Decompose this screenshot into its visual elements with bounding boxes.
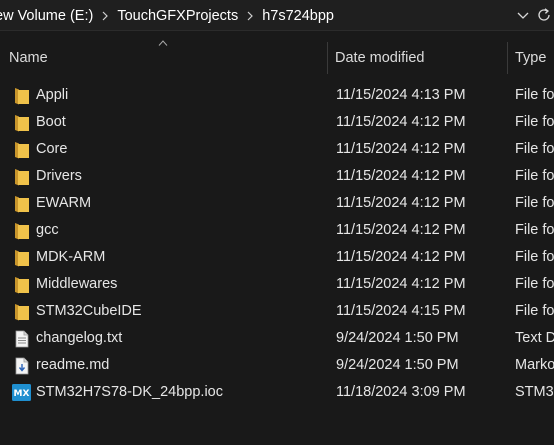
refresh-icon[interactable] <box>535 6 553 24</box>
file-date-modified: 11/15/2024 4:12 PM <box>336 195 466 211</box>
folder-icon <box>12 113 31 132</box>
file-type: File fo <box>515 114 554 130</box>
chevron-right-icon[interactable] <box>93 0 117 31</box>
file-type: File fo <box>515 303 554 319</box>
file-row[interactable]: MX STM32H7S78-DK_24bpp.ioc 11/18/2024 3:… <box>0 379 554 406</box>
file-name: Drivers <box>36 168 82 184</box>
folder-icon <box>12 275 31 294</box>
file-name: gcc <box>36 222 59 238</box>
file-type: File fo <box>515 249 554 265</box>
folder-icon <box>12 248 31 267</box>
file-name: Boot <box>36 114 66 130</box>
breadcrumb-h7s724bpp[interactable]: h7s724bpp <box>262 8 334 24</box>
file-name: STM32H7S78-DK_24bpp.ioc <box>36 384 223 400</box>
stm32cubemx-icon: MX <box>12 383 31 402</box>
file-row[interactable]: Middlewares 11/15/2024 4:12 PM File fo <box>0 271 554 298</box>
file-row[interactable]: STM32CubeIDE 11/15/2024 4:15 PM File fo <box>0 298 554 325</box>
file-row[interactable]: gcc 11/15/2024 4:12 PM File fo <box>0 217 554 244</box>
file-date-modified: 11/15/2024 4:15 PM <box>336 303 466 319</box>
file-type: File fo <box>515 168 554 184</box>
file-date-modified: 11/15/2024 4:12 PM <box>336 276 466 292</box>
file-name: Core <box>36 141 68 157</box>
chevron-right-icon[interactable] <box>238 0 262 31</box>
file-type: File fo <box>515 276 554 292</box>
file-row[interactable]: Drivers 11/15/2024 4:12 PM File fo <box>0 163 554 190</box>
file-date-modified: 9/24/2024 1:50 PM <box>336 330 459 346</box>
file-type: File fo <box>515 141 554 157</box>
file-list: Name Date modified Type Appli 11/15/2024… <box>0 32 554 445</box>
file-name: MDK-ARM <box>36 249 106 265</box>
file-type: File fo <box>515 195 554 211</box>
column-header-date-modified[interactable]: Date modified <box>335 32 424 74</box>
file-date-modified: 11/15/2024 4:12 PM <box>336 141 466 157</box>
markdown-file-icon <box>12 356 31 375</box>
breadcrumb: ew Volume (E:) TouchGFXProjects h7s724bp… <box>0 0 334 31</box>
file-row[interactable]: changelog.txt 9/24/2024 1:50 PM Text D <box>0 325 554 352</box>
file-row[interactable]: Boot 11/15/2024 4:12 PM File fo <box>0 109 554 136</box>
folder-icon <box>12 86 31 105</box>
folder-icon <box>12 140 31 159</box>
file-row[interactable]: MDK-ARM 11/15/2024 4:12 PM File fo <box>0 244 554 271</box>
file-name: EWARM <box>36 195 92 211</box>
sort-ascending-icon <box>158 40 168 46</box>
file-date-modified: 9/24/2024 1:50 PM <box>336 357 459 373</box>
file-date-modified: 11/15/2024 4:12 PM <box>336 114 466 130</box>
file-date-modified: 11/15/2024 4:12 PM <box>336 249 466 265</box>
file-name: changelog.txt <box>36 330 123 346</box>
file-name: STM32CubeIDE <box>36 303 142 319</box>
column-headers: Name Date modified Type <box>0 32 554 74</box>
file-name: Middlewares <box>36 276 118 292</box>
file-date-modified: 11/18/2024 3:09 PM <box>336 384 466 400</box>
file-type: File fo <box>515 222 554 238</box>
column-divider[interactable] <box>507 42 508 74</box>
file-row[interactable]: Appli 11/15/2024 4:13 PM File fo <box>0 82 554 109</box>
file-name: Appli <box>36 87 69 103</box>
folder-icon <box>12 167 31 186</box>
file-type: Marko <box>515 357 554 373</box>
file-row[interactable]: EWARM 11/15/2024 4:12 PM File fo <box>0 190 554 217</box>
address-bar[interactable]: ew Volume (E:) TouchGFXProjects h7s724bp… <box>0 0 554 31</box>
column-header-type[interactable]: Type <box>515 32 546 74</box>
svg-text:MX: MX <box>14 389 30 399</box>
file-row[interactable]: readme.md 9/24/2024 1:50 PM Marko <box>0 352 554 379</box>
file-row[interactable]: Core 11/15/2024 4:12 PM File fo <box>0 136 554 163</box>
column-divider[interactable] <box>327 42 328 74</box>
breadcrumb-touchgfxprojects[interactable]: TouchGFXProjects <box>117 8 238 24</box>
folder-icon <box>12 302 31 321</box>
file-name: readme.md <box>36 357 110 373</box>
file-type: File fo <box>515 87 554 103</box>
folder-icon <box>12 194 31 213</box>
file-type: Text D <box>515 330 554 346</box>
file-date-modified: 11/15/2024 4:13 PM <box>336 87 466 103</box>
folder-icon <box>12 221 31 240</box>
column-header-name[interactable]: Name <box>9 32 48 74</box>
file-date-modified: 11/15/2024 4:12 PM <box>336 168 466 184</box>
chevron-down-icon[interactable] <box>514 6 532 24</box>
text-file-icon <box>12 329 31 348</box>
file-type: STM32 <box>515 384 554 400</box>
breadcrumb-drive[interactable]: ew Volume (E:) <box>0 8 93 24</box>
file-date-modified: 11/15/2024 4:12 PM <box>336 222 466 238</box>
file-explorer-window: ew Volume (E:) TouchGFXProjects h7s724bp… <box>0 0 554 445</box>
